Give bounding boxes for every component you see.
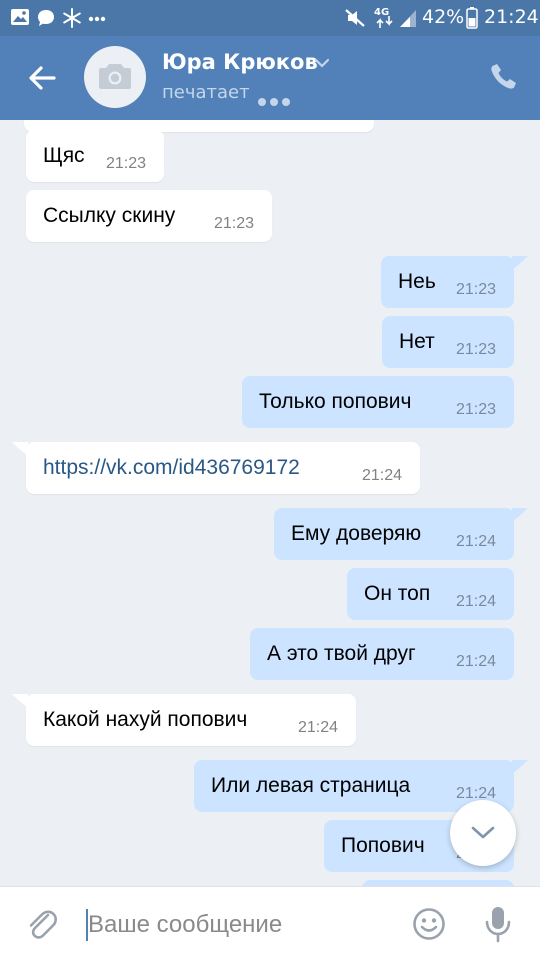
smiley-icon[interactable]: [412, 907, 446, 941]
status-bar: 4G 42% 21:24: [0, 0, 540, 36]
message-bubble[interactable]: Ему доверяю 21:24: [274, 508, 514, 560]
message-text: Щяс: [43, 144, 85, 167]
scroll-to-bottom-button[interactable]: [450, 800, 516, 866]
message-text: Попович: [341, 834, 425, 857]
message-text: Нет: [399, 330, 435, 353]
message-time: 21:23: [455, 401, 496, 418]
message-time: 21:23: [213, 215, 254, 232]
message-bubble[interactable]: Он топ 21:24: [347, 568, 514, 620]
message-text: Ему доверяю: [291, 522, 422, 545]
message-bubble[interactable]: Ссылку скину 21:23: [26, 190, 272, 242]
message-bubble[interactable]: Нет 21:23: [382, 316, 514, 368]
message-time: 21:24: [361, 467, 402, 484]
bubble-tail: [512, 256, 528, 270]
snowflake-notification-icon: [63, 8, 81, 28]
gallery-notification-icon: [11, 9, 29, 25]
typing-status: печатает: [162, 82, 250, 103]
message-link[interactable]: https://vk.com/id436769172: [43, 456, 300, 480]
chat-notification-icon: [38, 10, 54, 26]
chevron-down-icon: [471, 826, 495, 839]
mute-icon: [345, 9, 365, 27]
message-bubble[interactable]: А это твой друг 21:24: [250, 628, 514, 680]
message-time: 21:23: [105, 155, 146, 172]
message-text: Только попович: [259, 390, 412, 413]
message-text: Ссылку скину: [43, 204, 176, 227]
message-text: Какой нахуй попович: [43, 708, 248, 731]
bubble-tail: [512, 508, 528, 522]
message-bubble[interactable]: Только попович 21:23: [242, 376, 514, 428]
message-input[interactable]: [88, 905, 388, 945]
message-text: Неь: [398, 270, 436, 293]
contact-name[interactable]: Юра Крюков: [162, 50, 318, 74]
battery-percent: 42%: [422, 6, 465, 28]
message-bubble[interactable]: https://vk.com/id436769172 21:24: [26, 442, 420, 494]
message-time: 21:23: [455, 281, 496, 298]
message-text: А это твой друг: [267, 642, 416, 665]
chat-header: Юра Крюков печатает: [0, 36, 540, 120]
more-notifications-icon: [88, 16, 106, 22]
clock: 21:24: [484, 6, 539, 28]
message-bubble[interactable]: Щяс 21:23: [26, 130, 164, 182]
typing-dots-icon: [258, 91, 294, 110]
message-time: 21:24: [455, 653, 496, 670]
avatar[interactable]: [84, 46, 146, 108]
message-time: 21:24: [455, 533, 496, 550]
phone-icon[interactable]: [490, 62, 518, 90]
message-text: Или левая страница: [211, 774, 411, 797]
back-arrow-icon[interactable]: [24, 60, 60, 96]
message-time: 21:24: [455, 593, 496, 610]
chevron-down-icon[interactable]: [314, 58, 330, 68]
message-bubble[interactable]: Неь 21:23: [381, 256, 514, 308]
message-text: Он топ: [364, 582, 431, 605]
data-arrows-icon: [376, 16, 393, 28]
microphone-icon[interactable]: [484, 905, 512, 943]
signal-icon: [400, 10, 416, 27]
paperclip-icon[interactable]: [26, 907, 58, 943]
message-bubble[interactable]: Какой нахуй попович 21:24: [26, 694, 356, 746]
battery-icon: [466, 7, 478, 29]
message-time: 21:23: [455, 341, 496, 358]
camera-icon: [99, 64, 131, 89]
bubble-tail: [512, 760, 528, 774]
message-time: 21:24: [297, 719, 338, 736]
message-composer: [0, 886, 540, 961]
message-list[interactable]: Щяс 21:23 Ссылку скину 21:23 Неь 21:23 Н…: [0, 120, 540, 886]
